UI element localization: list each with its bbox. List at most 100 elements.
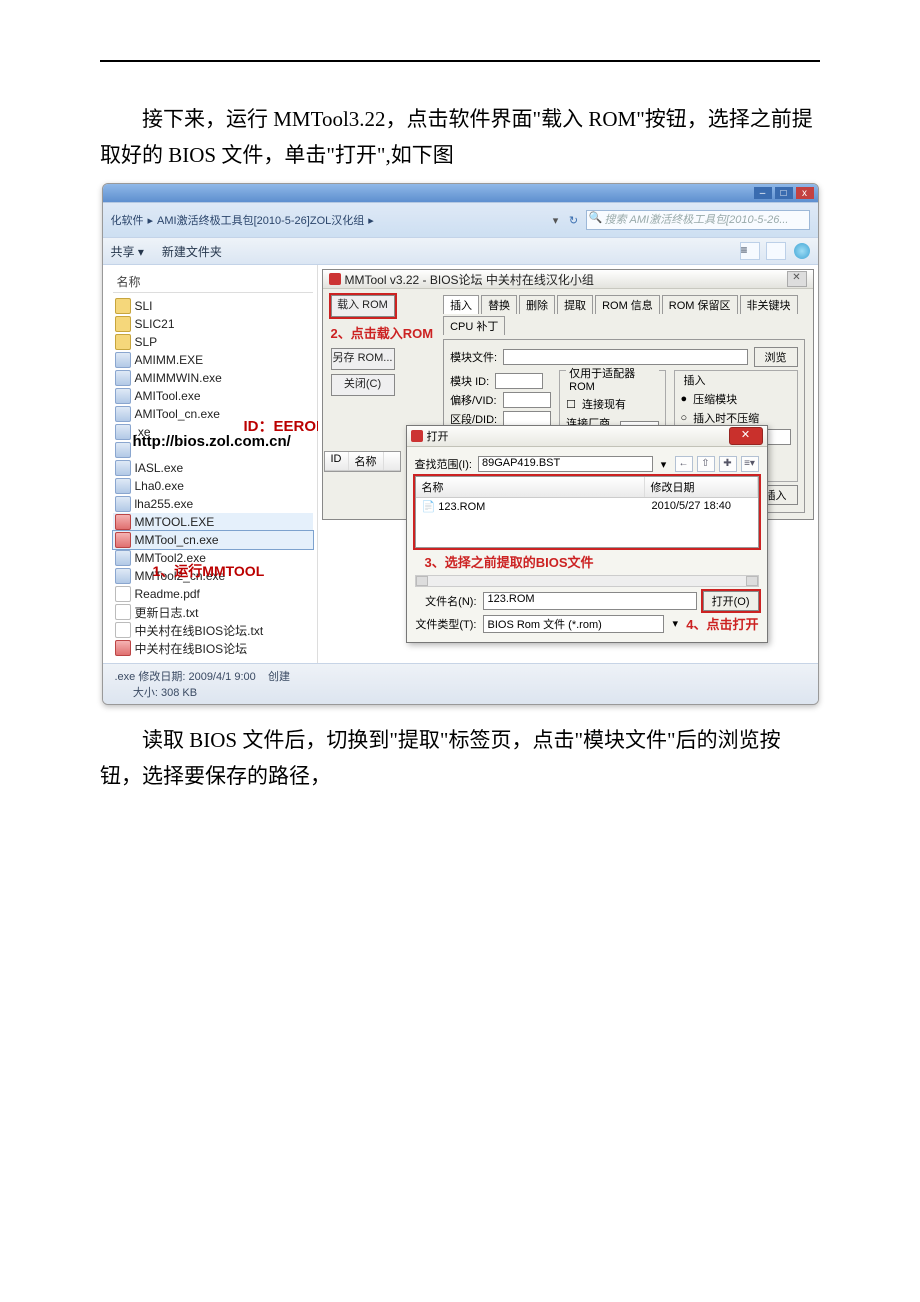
list-item[interactable]: Readme.pdf: [135, 587, 200, 601]
back-icon[interactable]: ←: [675, 456, 693, 472]
insert-legend: 插入: [681, 372, 709, 388]
breadcrumb[interactable]: 化软件 ▸ AMI激活终极工具包[2010-5-26]ZOL汉化组 ▸: [111, 212, 550, 228]
chevron-right-icon: ▸: [148, 214, 154, 227]
mmtool-close-icon[interactable]: ✕: [787, 271, 807, 287]
window-titlebar: – □ x: [103, 184, 818, 202]
paragraph-2: 读取 BIOS 文件后，切换到"提取"标签页，点击"模块文件"后的浏览按钮，选择…: [100, 723, 820, 794]
compress-radio[interactable]: [681, 393, 688, 405]
list-item[interactable]: SLI: [135, 299, 153, 313]
annotation-step2: 2、点击载入ROM: [331, 323, 434, 342]
help-icon[interactable]: [794, 243, 810, 259]
list-item[interactable]: AMIMMWIN.exe: [135, 371, 222, 385]
file-row-date: 2010/5/27 18:40: [652, 500, 752, 513]
maximize-button[interactable]: □: [775, 187, 793, 199]
filename-label: 文件名(N):: [415, 593, 477, 609]
save-rom-button[interactable]: 另存 ROM...: [331, 348, 395, 370]
tab-replace[interactable]: 替换: [481, 295, 517, 314]
nocompress-radio[interactable]: [681, 412, 688, 424]
list-item[interactable]: AMITool_cn.exe: [135, 407, 220, 421]
mmtool-titlebar: MMTool v3.22 - BIOS论坛 中关村在线汉化小组 ✕: [323, 270, 813, 289]
new-folder-icon[interactable]: ✚: [719, 456, 737, 472]
close-button[interactable]: x: [796, 187, 814, 199]
file-browser-list[interactable]: 名称 修改日期 📄 123.ROM 2010/5/27 18:40: [415, 476, 759, 548]
load-rom-button[interactable]: 载入 ROM: [331, 295, 395, 317]
module-id-input[interactable]: [495, 373, 543, 389]
list-item[interactable]: 中关村在线BIOS论坛: [135, 640, 248, 657]
tab-delete[interactable]: 删除: [519, 295, 555, 314]
column-header-name[interactable]: 名称: [113, 271, 313, 293]
module-id-label: 模块 ID:: [450, 373, 489, 389]
address-bar: 化软件 ▸ AMI激活终极工具包[2010-5-26]ZOL汉化组 ▸ ▾ ↻ …: [103, 202, 818, 237]
offset-vid-input[interactable]: [503, 392, 551, 408]
id-name-table: ID 名称: [324, 451, 401, 472]
file-row-name[interactable]: 123.ROM: [438, 501, 485, 513]
lookin-select[interactable]: 89GAP419.BST: [478, 456, 653, 472]
list-item[interactable]: MMTOOL.EXE: [135, 515, 215, 529]
list-item[interactable]: SLP: [135, 335, 158, 349]
list-item[interactable]: AMITool.exe: [135, 389, 201, 403]
mmtool-app-icon: [329, 273, 341, 285]
tab-insert[interactable]: 插入: [443, 295, 479, 314]
id-column: ID: [325, 452, 349, 470]
adapter-rom-legend: 仅用于适配器 ROM: [566, 365, 658, 393]
minimize-button[interactable]: –: [754, 187, 772, 199]
chevron-right-icon: ▸: [368, 214, 374, 227]
list-item[interactable]: IASL.exe: [135, 461, 184, 475]
dropdown-icon[interactable]: ▾: [659, 458, 669, 471]
link-existing-checkbox[interactable]: [566, 398, 576, 411]
dropdown-icon[interactable]: ▾: [670, 617, 680, 630]
preview-pane-icon[interactable]: [766, 242, 786, 260]
views-icon[interactable]: ≡▾: [741, 456, 759, 472]
browse-button[interactable]: 浏览: [754, 347, 798, 367]
annotation-step3: 3、选择之前提取的BIOS文件: [425, 552, 759, 571]
module-file-input[interactable]: [503, 349, 747, 365]
screenshot-window: – □ x 化软件 ▸ AMI激活终极工具包[2010-5-26]ZOL汉化组 …: [102, 183, 819, 705]
mmtool-title: MMTool v3.22 - BIOS论坛 中关村在线汉化小组: [345, 271, 594, 288]
annotation-step1: 1、运行MMTOOL: [153, 561, 265, 581]
mmtool-area: MMTool v3.22 - BIOS论坛 中关村在线汉化小组 ✕ 载入 ROM…: [318, 265, 818, 663]
share-menu[interactable]: 共享 ▾: [111, 243, 144, 260]
view-options-icon[interactable]: ≡: [740, 242, 760, 260]
col-name: 名称: [416, 477, 645, 497]
list-item[interactable]: AMIMM.EXE: [135, 353, 204, 367]
mmtool-tabs: 插入 替换 删除 提取 ROM 信息 ROM 保留区 非关键块 CPU 补丁: [443, 295, 804, 335]
tab-extract[interactable]: 提取: [557, 295, 593, 314]
offset-vid-label: 偏移/VID:: [450, 392, 496, 408]
open-button[interactable]: 打开(O): [703, 591, 759, 611]
open-dialog-icon: [411, 430, 423, 442]
file-list-pane: 名称 SLI SLIC21 SLP AMIMM.EXE AMIMMWIN.exe…: [103, 265, 318, 663]
horizontal-scrollbar[interactable]: [415, 575, 759, 587]
explorer-toolbar: 共享 ▾ 新建文件夹 ≡: [103, 237, 818, 265]
list-item[interactable]: 中关村在线BIOS论坛.txt: [135, 622, 264, 639]
tab-romhole[interactable]: ROM 保留区: [662, 295, 738, 314]
filetype-select[interactable]: BIOS Rom 文件 (*.rom): [483, 615, 665, 633]
address-dropdown-icon[interactable]: ▾: [550, 214, 562, 227]
list-item[interactable]: Lha0.exe: [135, 479, 184, 493]
search-input[interactable]: 搜索 AMI激活终极工具包[2010-5-26...: [586, 210, 810, 230]
list-item[interactable]: 更新日志.txt: [135, 604, 199, 621]
open-dialog-titlebar: 打开 ✕: [407, 426, 767, 447]
status-bar: .exe 修改日期: 2009/4/1 9:00 创建 大小: 308 KB: [103, 663, 818, 704]
breadcrumb-folder: AMI激活终极工具包[2010-5-26]ZOL汉化组: [157, 212, 364, 228]
module-file-label: 模块文件:: [450, 349, 497, 365]
close-rom-button[interactable]: 关闭(C): [331, 374, 395, 396]
col-date: 修改日期: [645, 477, 758, 497]
filename-input[interactable]: 123.ROM: [483, 592, 697, 610]
name-column: 名称: [349, 452, 384, 470]
annotation-step4: 4、点击打开: [686, 614, 758, 633]
watermark-url: http://bios.zol.com.cn/: [133, 433, 291, 450]
lookin-label: 查找范围(I):: [415, 456, 472, 472]
tab-cpupatch[interactable]: CPU 补丁: [443, 316, 505, 335]
filetype-label: 文件类型(T):: [415, 616, 477, 632]
list-item[interactable]: MMTool_cn.exe: [135, 533, 219, 547]
tab-ncb[interactable]: 非关键块: [740, 295, 798, 314]
list-item[interactable]: lha255.exe: [135, 497, 194, 511]
up-icon[interactable]: ⇧: [697, 456, 715, 472]
breadcrumb-root: 化软件: [111, 212, 144, 228]
tab-rominfo[interactable]: ROM 信息: [595, 295, 660, 314]
new-folder-button[interactable]: 新建文件夹: [162, 243, 222, 260]
list-item[interactable]: SLIC21: [135, 317, 175, 331]
open-dialog-close-button[interactable]: ✕: [729, 427, 763, 445]
refresh-icon[interactable]: ↻: [566, 214, 582, 227]
open-dialog: 打开 ✕ 查找范围(I): 89GAP419.BST ▾ ← ⇧ ✚: [406, 425, 768, 643]
